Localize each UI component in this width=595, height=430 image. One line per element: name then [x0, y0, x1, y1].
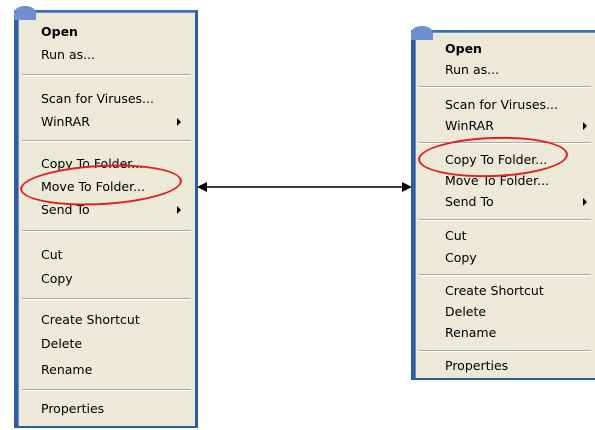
menu-item-label: Delete — [41, 336, 83, 351]
menu-item-label: Copy To Folder... — [445, 152, 548, 167]
menu-item-label: Copy — [41, 271, 73, 286]
menu-item-send-to[interactable]: Send To — [18, 200, 195, 220]
menu-item-delete[interactable]: Delete — [18, 334, 195, 354]
menu-item-label: Open — [445, 41, 482, 56]
menu-item-label: Scan for Viruses... — [445, 97, 558, 112]
menu-item-run-as[interactable]: Run as... — [415, 60, 595, 80]
menu-separator — [419, 350, 591, 352]
menu-item-label: Cut — [41, 247, 63, 262]
menu-item-properties[interactable]: Properties — [415, 356, 595, 376]
menu-item-rename[interactable]: Rename — [18, 360, 195, 380]
menu-item-label: Copy — [445, 250, 477, 265]
menu-item-label: Run as... — [445, 62, 500, 77]
menu-item-label: Rename — [445, 325, 497, 340]
menu-separator — [22, 389, 191, 391]
menu-item-label: WinRAR — [41, 114, 90, 129]
double-headed-arrow-icon — [197, 182, 412, 192]
menu-item-create-shortcut[interactable]: Create Shortcut — [18, 310, 195, 330]
context-menu-left: Open Run as... Scan for Viruses... WinRA… — [14, 6, 198, 428]
menu-separator — [419, 219, 591, 221]
menu-item-copy-to-folder[interactable]: Copy To Folder... — [18, 154, 195, 174]
menu-item-move-to-folder[interactable]: Move To Folder... — [18, 177, 195, 197]
menu-item-label: Move To Folder... — [41, 179, 146, 194]
menu-item-copy-to-folder[interactable]: Copy To Folder... — [415, 150, 595, 170]
menu-item-label: Open — [41, 24, 78, 39]
menu-item-label: Scan for Viruses... — [41, 91, 154, 106]
menu-item-label: Properties — [41, 401, 105, 416]
menu-separator — [22, 230, 191, 232]
menu-item-label: Delete — [445, 304, 487, 319]
menu-item-open[interactable]: Open — [415, 39, 595, 59]
chevron-right-icon — [177, 118, 181, 126]
menu-item-label: Create Shortcut — [445, 283, 544, 298]
menu-item-label: Create Shortcut — [41, 312, 140, 327]
menu-item-open[interactable]: Open — [18, 22, 195, 42]
arrow-head-left — [197, 182, 207, 192]
menu-item-rename[interactable]: Rename — [415, 323, 595, 343]
menu-item-scan-for-viruses[interactable]: Scan for Viruses... — [18, 89, 195, 109]
chevron-right-icon — [583, 198, 587, 206]
arrow-head-right — [402, 182, 412, 192]
menu-separator — [419, 86, 591, 88]
menu-separator — [22, 140, 191, 142]
menu-separator — [22, 74, 191, 76]
menu-separator — [419, 142, 591, 144]
menu-separator — [419, 274, 591, 276]
menu-item-cut[interactable]: Cut — [18, 245, 195, 265]
context-menu-right: Open Run as... Scan for Viruses... WinRA… — [411, 26, 595, 380]
menu-item-label: Send To — [41, 202, 90, 217]
menu-item-label: Run as... — [41, 47, 96, 62]
menu-item-winrar[interactable]: WinRAR — [18, 112, 195, 132]
menu-item-label: Copy To Folder... — [41, 156, 144, 171]
menu-item-copy[interactable]: Copy — [18, 269, 195, 289]
menu-item-label: Properties — [445, 358, 509, 373]
menu-item-send-to[interactable]: Send To — [415, 192, 595, 212]
menu-item-create-shortcut[interactable]: Create Shortcut — [415, 281, 595, 301]
menu-item-copy[interactable]: Copy — [415, 248, 595, 268]
menu-item-label: Cut — [445, 228, 467, 243]
menu-item-label: Move To Folder... — [445, 173, 550, 188]
menu-item-move-to-folder[interactable]: Move To Folder... — [415, 171, 595, 191]
menu-item-delete[interactable]: Delete — [415, 302, 595, 322]
menu-item-properties[interactable]: Properties — [18, 399, 195, 419]
menu-item-cut[interactable]: Cut — [415, 226, 595, 246]
menu-item-run-as[interactable]: Run as... — [18, 45, 195, 65]
menu-item-label: Send To — [445, 194, 494, 209]
chevron-right-icon — [177, 206, 181, 214]
menu-item-scan-for-viruses[interactable]: Scan for Viruses... — [415, 95, 595, 115]
menu-item-label: WinRAR — [445, 118, 494, 133]
menu-item-winrar[interactable]: WinRAR — [415, 116, 595, 136]
chevron-right-icon — [583, 122, 587, 130]
menu-item-label: Rename — [41, 362, 93, 377]
menu-separator — [22, 298, 191, 300]
